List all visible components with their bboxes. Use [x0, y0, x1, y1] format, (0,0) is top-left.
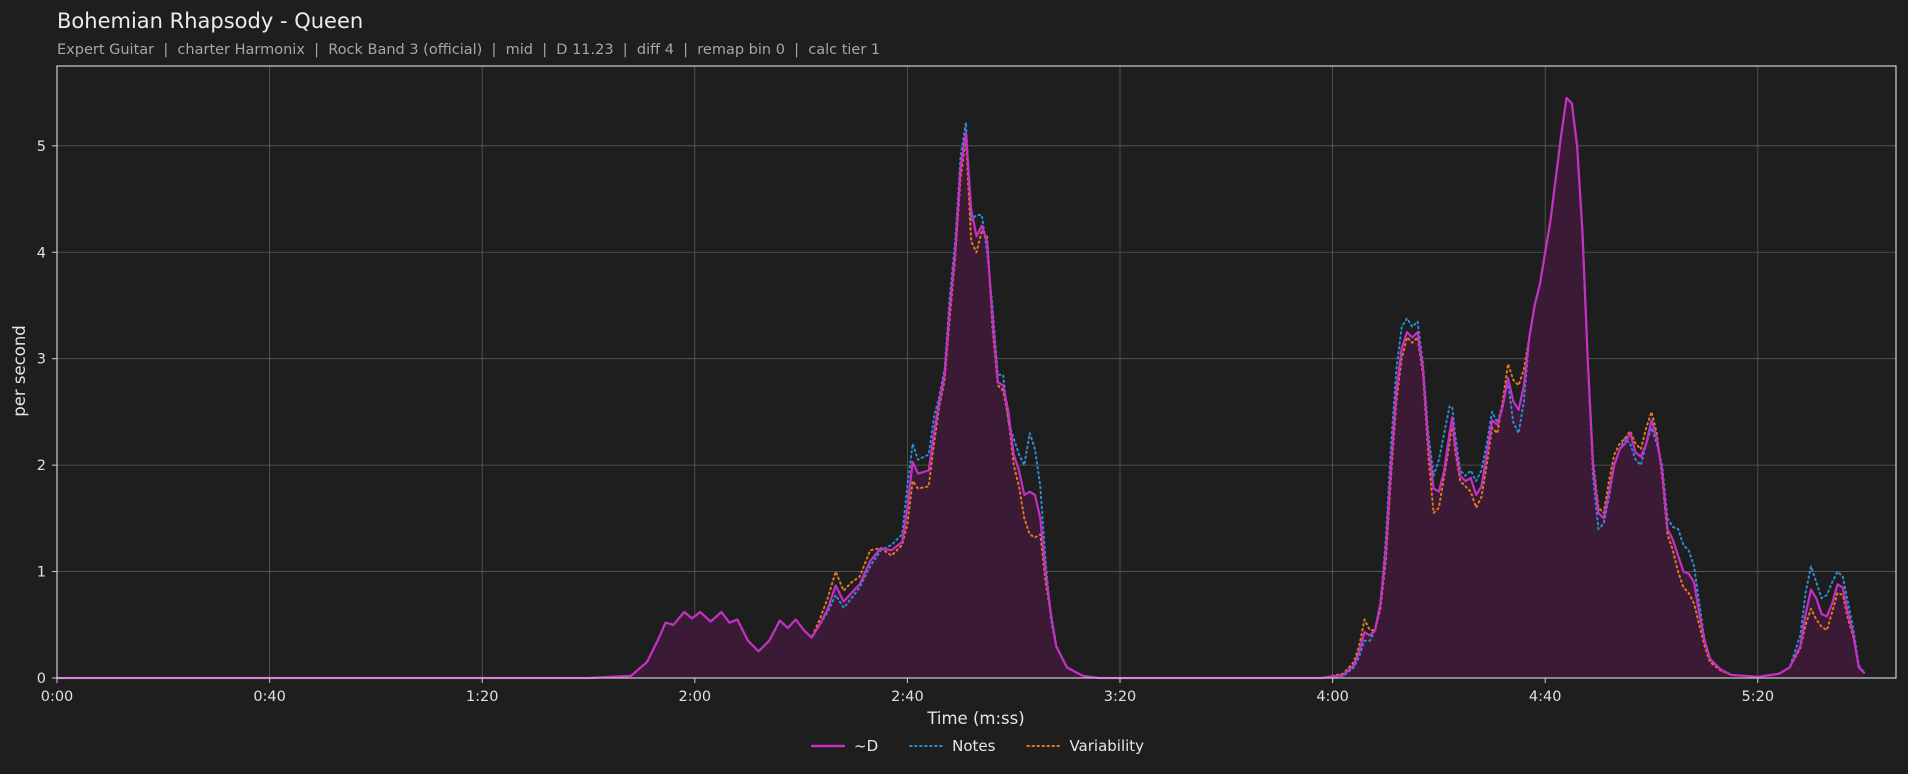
chart-subtitle: Expert Guitar | charter Harmonix | Rock … — [57, 42, 880, 58]
y-tick-label: 2 — [37, 458, 46, 474]
y-tick-label: 3 — [37, 352, 46, 368]
x-tick-label: 0:40 — [253, 689, 286, 705]
x-tick-label: 1:20 — [466, 689, 499, 705]
legend-label: ~D — [854, 737, 878, 755]
x-tick-label: 3:20 — [1104, 689, 1137, 705]
x-tick-label: 5:20 — [1742, 689, 1775, 705]
y-tick-label: 4 — [37, 245, 46, 261]
y-tick-label: 5 — [37, 139, 46, 155]
legend: ~D Notes Variability — [810, 737, 1144, 755]
y-tick-label: 1 — [37, 565, 46, 581]
chart: Bohemian Rhapsody - Queen Expert Guitar … — [10, 9, 1897, 755]
x-axis-label: Time (m:ss) — [926, 709, 1024, 728]
plot-series — [55, 96, 1866, 680]
x-tick-label: 4:40 — [1529, 689, 1562, 705]
y-axis-label: per second — [10, 325, 29, 417]
x-tick-label: 4:00 — [1316, 689, 1349, 705]
chart-title: Bohemian Rhapsody - Queen — [57, 9, 363, 33]
x-tick-label: 2:40 — [891, 689, 924, 705]
legend-label: Notes — [952, 737, 996, 755]
x-tick-label: 0:00 — [41, 689, 74, 705]
y-axis-ticks: 0 1 2 3 4 5 — [37, 139, 57, 687]
y-tick-label: 0 — [37, 671, 46, 687]
x-tick-label: 2:00 — [679, 689, 712, 705]
legend-label: Variability — [1069, 737, 1144, 755]
x-axis-ticks: 0:00 0:40 1:20 2:00 2:40 3:20 4:00 4:40 5:20 — [41, 678, 1774, 705]
